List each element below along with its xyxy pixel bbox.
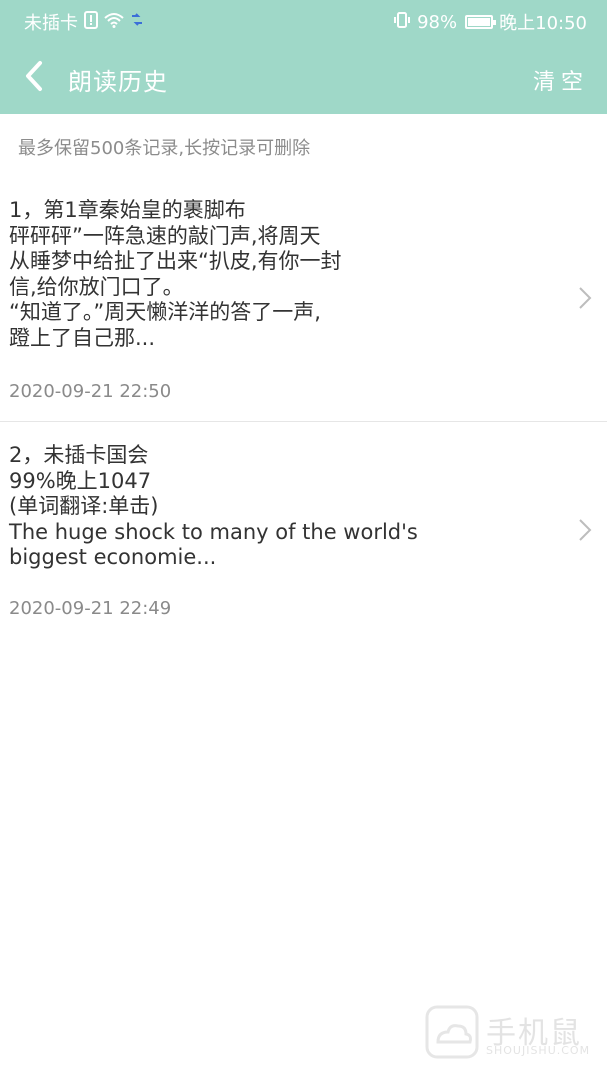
- chevron-right-icon: [579, 519, 592, 541]
- status-bar: 未插卡 98% 晚上10:50: [0, 0, 607, 40]
- record-text: 2，未插卡国会 99%晚上1047 (单词翻译:单击) The huge sho…: [9, 443, 418, 569]
- chevron-right-icon: [579, 287, 592, 309]
- clear-button[interactable]: 清空: [533, 64, 589, 96]
- record-text: 1，第1章秦始皇的裹脚布 砰砰砰”一阵急速的敲门声,将周天 从睡梦中给扯了出来“…: [9, 198, 342, 350]
- list-item[interactable]: 2，未插卡国会 99%晚上1047 (单词翻译:单击) The huge sho…: [0, 422, 607, 632]
- watermark: 手机鼠 SHOUJISHU.COM: [424, 1004, 594, 1066]
- chevron-left-icon: [26, 61, 42, 91]
- battery-icon: [465, 15, 497, 29]
- clock: 晚上10:50: [499, 13, 587, 34]
- data-transfer-icon: [130, 12, 144, 32]
- record-time: 2020-09-21 22:49: [9, 598, 172, 619]
- list-item[interactable]: 1，第1章秦始皇的裹脚布 砰砰砰”一阵急速的敲门声,将周天 从睡梦中给扯了出来“…: [0, 115, 607, 421]
- carrier-label: 未插卡: [24, 13, 78, 34]
- watermark-subtext: SHOUJISHU.COM: [486, 1044, 591, 1057]
- vibrate-icon: [393, 11, 411, 33]
- app-bar: 未插卡 98% 晚上10:50 朗读历史 清空: [0, 0, 607, 114]
- watermark-logo-icon: [425, 1005, 479, 1059]
- sim-alert-icon: [84, 11, 98, 33]
- battery-fill: [468, 18, 490, 26]
- back-button[interactable]: [18, 58, 54, 94]
- battery-percent: 98%: [417, 11, 458, 33]
- page-title: 朗读历史: [68, 68, 168, 96]
- header: 朗读历史 清空: [0, 40, 607, 114]
- wifi-icon: [104, 12, 124, 32]
- record-time: 2020-09-21 22:50: [9, 381, 172, 402]
